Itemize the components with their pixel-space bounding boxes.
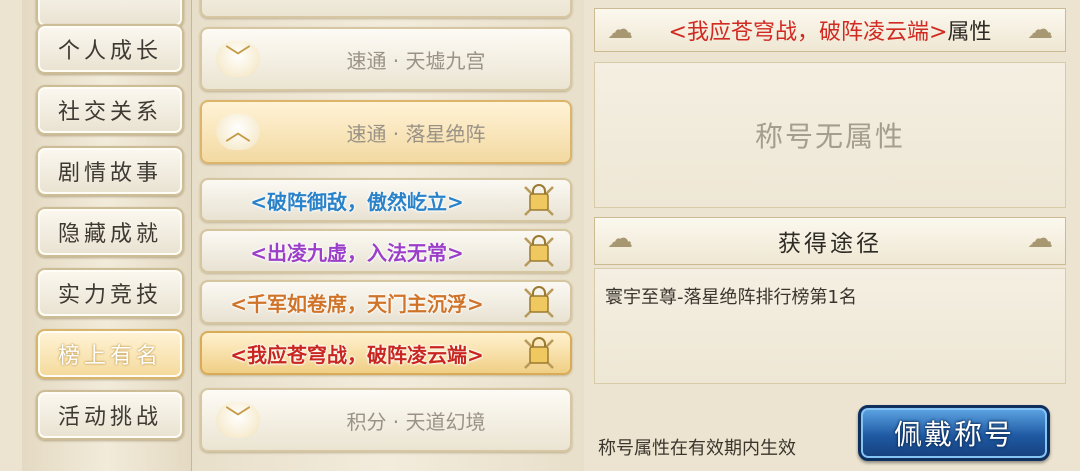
no-attributes-text: 称号无属性 bbox=[754, 120, 905, 153]
cloud-ornament-icon: ☁ bbox=[607, 224, 633, 254]
title-text: <千军如卷席，天门主沉浮> bbox=[230, 291, 484, 316]
title-text: <我应苍穹战，破阵凌云端> bbox=[230, 342, 484, 367]
group-header-tiandao[interactable]: ﹀ 积分 · 天道幻境 bbox=[200, 388, 572, 452]
cloud-ornament-icon: ☁ bbox=[1027, 224, 1053, 254]
group-label: 速通 · 落星绝阵 bbox=[346, 121, 486, 146]
lock-icon bbox=[522, 184, 556, 218]
group-label: 速通 · 天墟九宫 bbox=[346, 48, 486, 73]
category-hidden[interactable]: 隐藏成就 bbox=[36, 207, 184, 257]
chevron-down-icon: ﹀ bbox=[216, 402, 260, 438]
category-competitive[interactable]: 实力竞技 bbox=[36, 268, 184, 318]
title-attr-header: ☁ <我应苍穹战，破阵凌云端> 属性 ☁ bbox=[594, 8, 1066, 52]
group-header-luoxing[interactable]: ︿ 速通 · 落星绝阵 bbox=[200, 100, 572, 164]
lock-icon bbox=[522, 235, 556, 269]
obtain-text: 寰宇至尊-落星绝阵排行榜第1名 bbox=[605, 287, 857, 308]
obtain-header: ☁ 获得途径 ☁ bbox=[594, 217, 1066, 265]
group-header-partial[interactable] bbox=[200, 0, 572, 18]
title-row[interactable]: <出凌九虚，入法无常> bbox=[200, 229, 572, 273]
cloud-ornament-icon: ☁ bbox=[1027, 15, 1053, 45]
attr-suffix: 属性 bbox=[947, 20, 992, 45]
group-header-tianxu[interactable]: ﹀ 速通 · 天墟九宫 bbox=[200, 27, 572, 91]
obtain-header-label: 获得途径 bbox=[778, 231, 882, 257]
cloud-ornament-icon: ☁ bbox=[607, 15, 633, 45]
selected-title-name: <我应苍穹战，破阵凌云端> bbox=[668, 20, 948, 45]
category-social[interactable]: 社交关系 bbox=[36, 85, 184, 135]
title-text: <出凌九虚，入法无常> bbox=[250, 240, 464, 265]
obtain-box: 寰宇至尊-落星绝阵排行榜第1名 bbox=[594, 268, 1066, 384]
chevron-down-icon: ﹀ bbox=[216, 41, 260, 77]
title-row[interactable]: <破阵御敌，傲然屹立> bbox=[200, 178, 572, 222]
lock-icon bbox=[522, 337, 556, 371]
title-row[interactable]: <千军如卷席，天门主沉浮> bbox=[200, 280, 572, 324]
chevron-up-icon: ︿ bbox=[216, 114, 260, 150]
lock-icon bbox=[522, 286, 556, 320]
wear-title-button[interactable]: 佩戴称号 bbox=[858, 405, 1050, 461]
title-row-selected[interactable]: <我应苍穹战，破阵凌云端> bbox=[200, 331, 572, 375]
category-personal-growth[interactable]: 个人成长 bbox=[36, 24, 184, 74]
attributes-box: 称号无属性 bbox=[594, 62, 1066, 208]
category-ranking[interactable]: 榜上有名 bbox=[36, 329, 184, 379]
footer-note: 称号属性在有效期内生效 bbox=[598, 438, 796, 459]
category-story[interactable]: 剧情故事 bbox=[36, 146, 184, 196]
title-text: <破阵御敌，傲然屹立> bbox=[250, 189, 464, 214]
category-events[interactable]: 活动挑战 bbox=[36, 390, 184, 440]
group-label: 积分 · 天道幻境 bbox=[346, 409, 486, 434]
